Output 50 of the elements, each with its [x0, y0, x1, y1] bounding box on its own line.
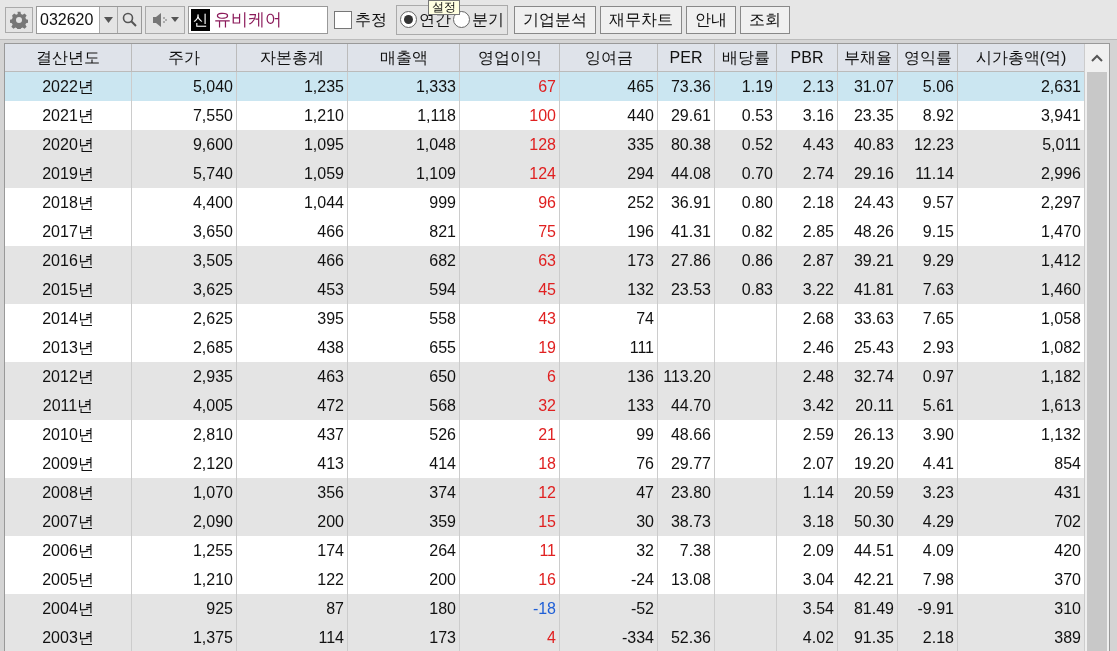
table-cell: 1,375 [132, 623, 237, 651]
radio-button[interactable] [453, 11, 470, 28]
table-row[interactable]: 2019년 5,740 1,059 1,109 124 294 44.08 0.70 2.74 29.16 11.14 2,996 [5, 159, 1084, 188]
estimate-checkbox[interactable] [334, 10, 352, 29]
toolbar-button[interactable]: 조회 [740, 5, 790, 34]
column-header[interactable]: 부채율 [838, 44, 898, 71]
column-header[interactable]: PER [658, 44, 715, 71]
table-row[interactable]: 2004년 925 87 180 -18 -52 3.54 81.49 -9.91 310 [5, 594, 1084, 623]
table-row[interactable]: 2020년 9,600 1,095 1,048 128 335 80.38 0.52 4.43 40.83 12.23 5,011 [5, 130, 1084, 159]
table-cell: 114 [237, 623, 348, 651]
toolbar-button[interactable]: 재무차트 [600, 5, 682, 34]
column-header[interactable]: 잉여금 [560, 44, 658, 71]
table-cell: 2.18 [898, 623, 958, 651]
caret-icon [170, 17, 179, 22]
table-row[interactable]: 2016년 3,505 466 682 63 173 27.86 0.86 2.87 39.21 9.29 1,412 [5, 246, 1084, 275]
table-row[interactable]: 2007년 2,090 200 359 15 30 38.73 3.18 50.30 4.29 702 [5, 507, 1084, 536]
column-header[interactable]: 배당률 [715, 44, 777, 71]
radio-button[interactable] [400, 11, 417, 28]
speaker-icon [151, 11, 168, 28]
toolbar-button[interactable]: 안내 [686, 5, 736, 34]
settings-icon [10, 10, 28, 29]
column-header[interactable]: PBR [777, 44, 838, 71]
table-row[interactable]: 2008년 1,070 356 374 12 47 23.80 1.14 20.59 3.23 431 [5, 478, 1084, 507]
company-name: 유비케어 [214, 8, 282, 31]
settings-button[interactable] [5, 6, 33, 33]
column-header[interactable]: 매출액 [348, 44, 460, 71]
table-cell: 4 [460, 623, 560, 651]
column-header[interactable]: 영익률 [898, 44, 958, 71]
company-field[interactable]: 신 유비케어 [188, 5, 328, 34]
table-row[interactable]: 2015년 3,625 453 594 45 132 23.53 0.83 3.22 41.81 7.63 1,460 [5, 275, 1084, 304]
table-cell: 2003년 [5, 623, 132, 651]
table-row[interactable]: 2012년 2,935 463 650 6 136 113.20 2.48 32.74 0.97 1,182 [5, 362, 1084, 391]
table-cell: 52.36 [658, 623, 715, 651]
chevron-up-icon [1091, 54, 1103, 62]
radio-label: 분기 [472, 9, 504, 30]
table-cell: -334 [560, 623, 658, 651]
column-header[interactable]: 주가 [132, 44, 237, 71]
column-header[interactable]: 영업이익 [460, 44, 560, 71]
table-cell: 91.35 [838, 623, 898, 651]
table-row[interactable]: 2003년 1,375 114 173 4 -334 52.36 4.02 91.35 2.18 389 [5, 623, 1084, 651]
column-header[interactable]: 자본총계 [237, 44, 348, 71]
toolbar-button[interactable]: 기업분석 [514, 5, 596, 34]
market-badge: 신 [191, 8, 210, 31]
estimate-label: 추정 [355, 9, 387, 30]
column-header[interactable]: 결산년도 [5, 44, 132, 71]
sound-button[interactable] [145, 5, 185, 34]
table-row[interactable]: 2022년 5,040 1,235 1,333 67 465 73.36 1.19 2.13 31.07 5.06 2,631 [5, 72, 1084, 101]
table-row[interactable]: 2011년 4,005 472 568 32 133 44.70 3.42 20.11 5.61 1,613 [5, 391, 1084, 420]
table-cell: 4.02 [777, 623, 838, 651]
table-cell: 173 [348, 623, 460, 651]
